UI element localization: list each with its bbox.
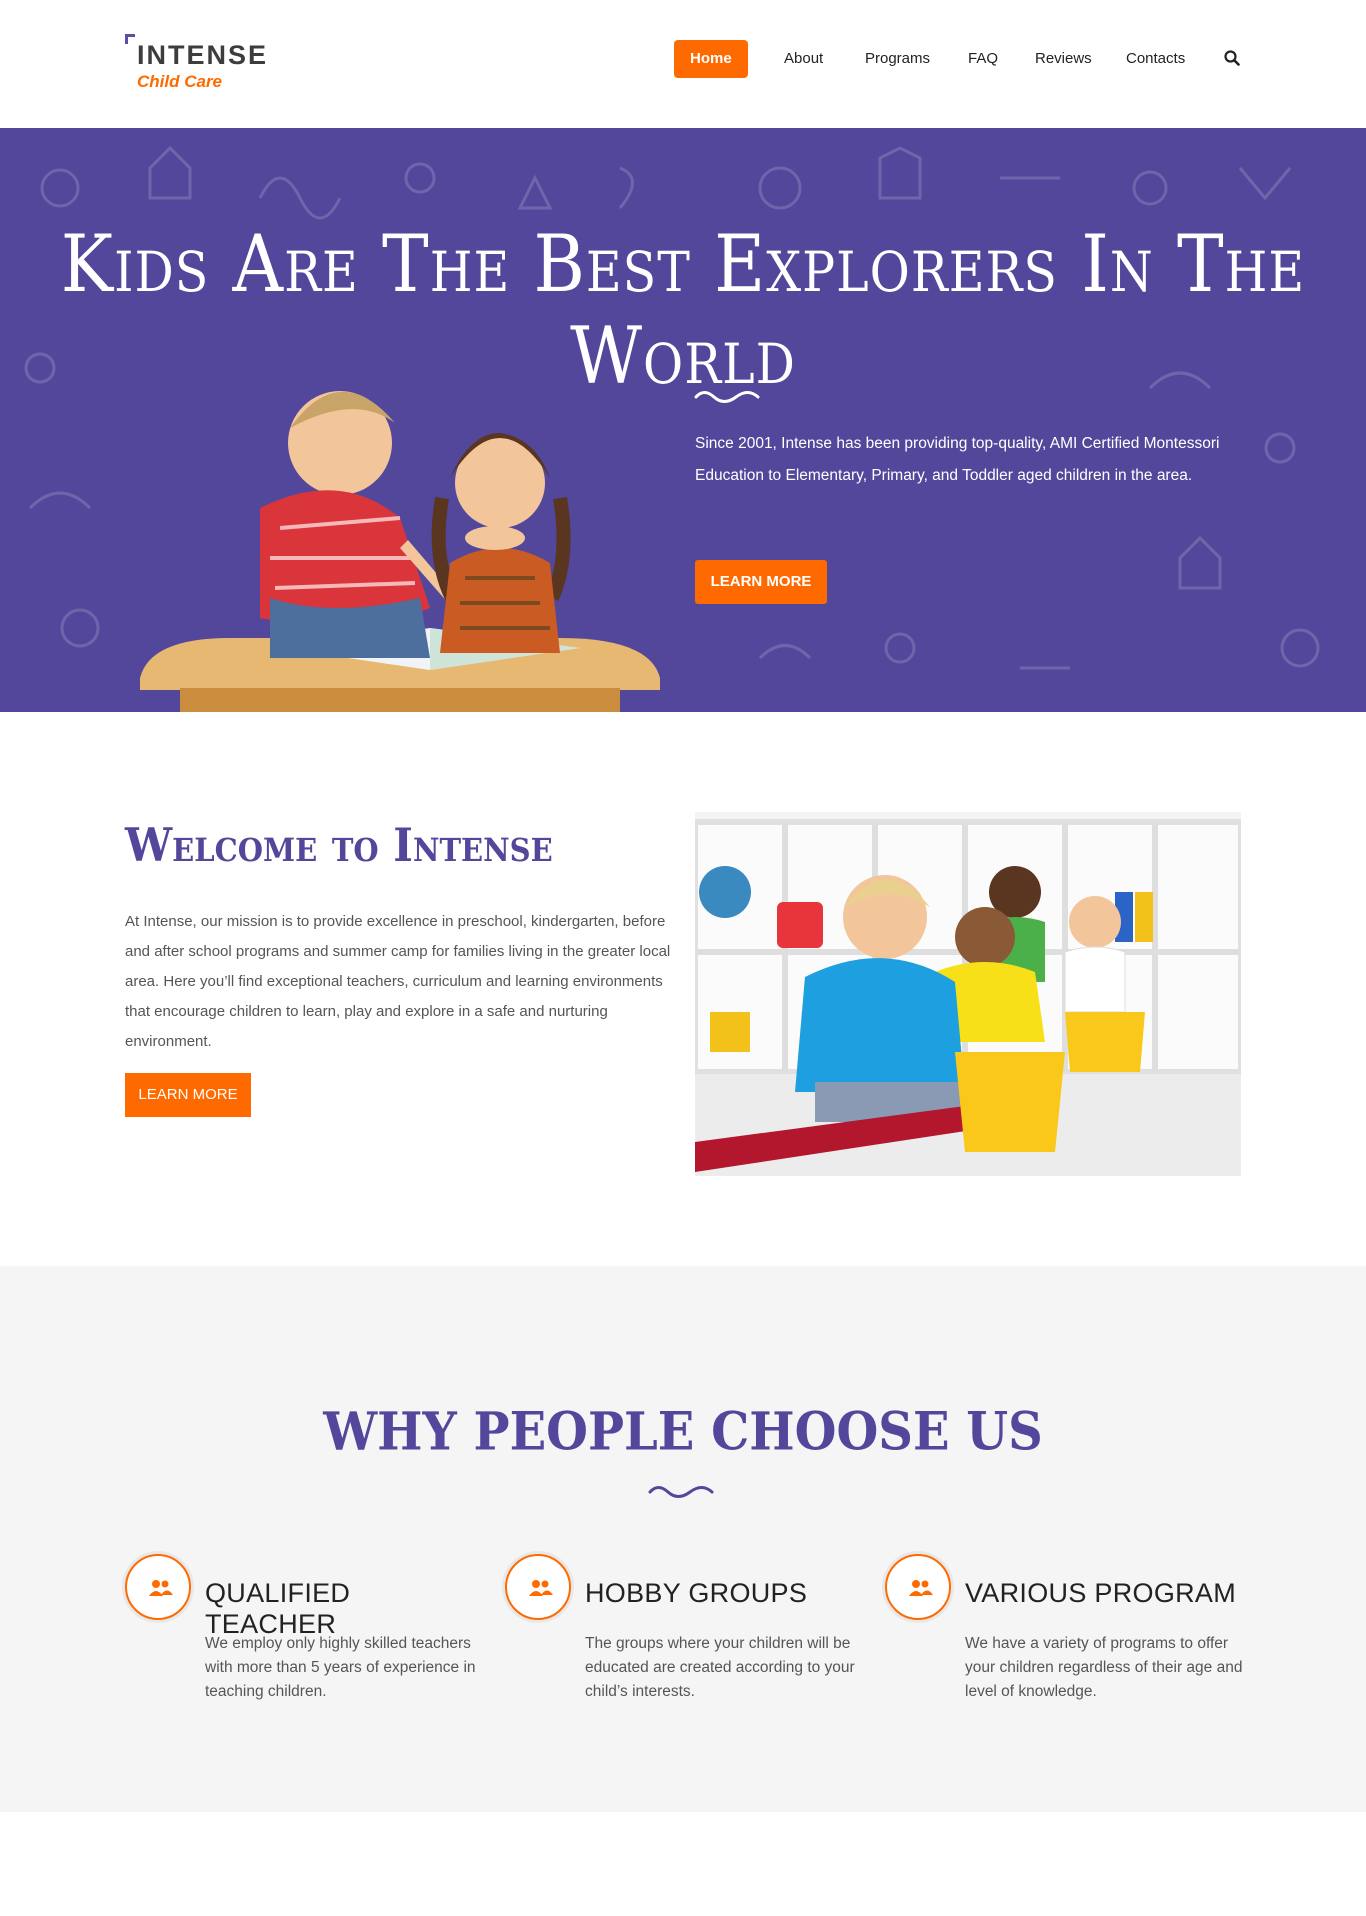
- why-title: WHY PEOPLE CHOOSE US: [323, 1401, 1043, 1463]
- nav-contacts[interactable]: Contacts: [1126, 40, 1185, 78]
- why-choose-us-section: WHY PEOPLE CHOOSE US QUALIFIED TEACHER W…: [0, 1266, 1366, 1812]
- site-header: INTENSE Child Care Home About Programs F…: [0, 0, 1366, 128]
- hero-kids-image: [140, 391, 660, 712]
- welcome-title: Welcome to Intense: [125, 818, 553, 872]
- logo[interactable]: INTENSE Child Care: [125, 34, 285, 94]
- decorative-squiggle: [694, 391, 760, 403]
- feature-various-program: VARIOUS PROGRAM We have a variety of pro…: [885, 1554, 1245, 1714]
- feature-qualified-teacher: QUALIFIED TEACHER We employ only highly …: [125, 1554, 485, 1714]
- users-icon: [505, 1554, 571, 1620]
- hero-learn-more-button[interactable]: LEARN MORE: [695, 560, 827, 604]
- users-icon: [125, 1554, 191, 1620]
- decorative-squiggle: [648, 1486, 714, 1498]
- search-icon[interactable]: [1224, 50, 1240, 66]
- logo-name: INTENSE: [137, 40, 269, 70]
- users-icon: [885, 1554, 951, 1620]
- logo-mark: [125, 34, 135, 44]
- nav-reviews[interactable]: Reviews: [1035, 40, 1092, 78]
- hero-banner: Kids Are The Best Explorers In The World…: [0, 128, 1366, 712]
- feature-text: We employ only highly skilled teachers w…: [205, 1635, 476, 1700]
- feature-text: The groups where your children will be e…: [585, 1635, 855, 1700]
- hero-description: Since 2001, Intense has been providing t…: [695, 435, 1220, 484]
- feature-text: We have a variety of programs to offer y…: [965, 1635, 1243, 1700]
- welcome-text: At Intense, our mission is to provide ex…: [125, 913, 671, 1050]
- feature-title: QUALIFIED TEACHER: [205, 1578, 351, 1639]
- nav-faq[interactable]: FAQ: [968, 40, 998, 78]
- welcome-learn-more-button[interactable]: LEARN MORE: [125, 1073, 251, 1117]
- classroom-photo: [695, 812, 1241, 1176]
- nav-about[interactable]: About: [784, 40, 823, 78]
- nav-programs[interactable]: Programs: [865, 40, 930, 78]
- nav-home[interactable]: Home: [674, 40, 748, 78]
- feature-hobby-groups: HOBBY GROUPS The groups where your child…: [505, 1554, 865, 1714]
- logo-tagline: Child Care: [137, 72, 223, 91]
- feature-title: VARIOUS PROGRAM: [965, 1578, 1237, 1608]
- feature-title: HOBBY GROUPS: [585, 1578, 808, 1608]
